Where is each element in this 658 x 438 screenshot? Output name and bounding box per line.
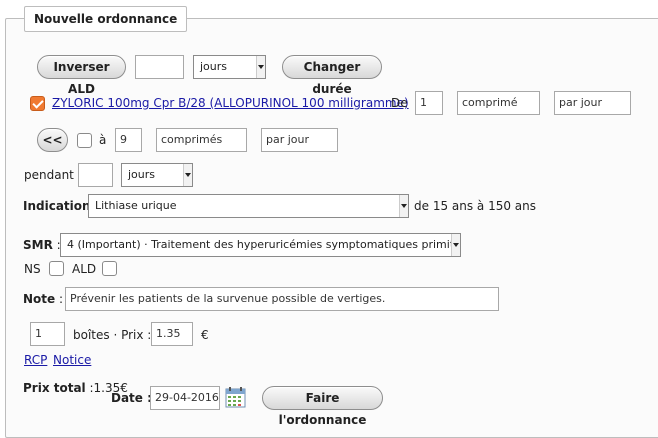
indication-select[interactable]: Lithiase urique	[88, 194, 409, 218]
rcp-link[interactable]: RCP	[24, 353, 47, 367]
total-label: Prix total	[23, 381, 86, 395]
smr-value: 4 (Important) · Traitement des hyperuric…	[67, 238, 461, 251]
date-label: Date :	[111, 391, 152, 405]
note-label: Note	[23, 292, 56, 306]
second-frequency-input[interactable]: par jour	[261, 128, 338, 152]
indication-label: Indication	[23, 199, 91, 213]
notice-link[interactable]: Notice	[53, 353, 91, 367]
ald-checkbox[interactable]	[102, 261, 117, 276]
duration-input[interactable]	[135, 55, 184, 79]
a-label: à	[99, 133, 107, 147]
smr-label: SMR	[23, 238, 53, 252]
boxes-price-label: boîtes · Prix :	[73, 328, 152, 342]
drug-unit-input[interactable]: comprimé	[457, 91, 540, 115]
duration-unit-select[interactable]: jours	[193, 55, 266, 79]
smr-label-group: SMR :	[23, 238, 61, 252]
second-quantity-input[interactable]: 9	[115, 128, 142, 152]
ns-label: NS	[24, 262, 41, 276]
dropdown-arrow-icon	[399, 195, 408, 217]
boxes-count-input[interactable]: 1	[30, 322, 65, 346]
drug-quantity-input[interactable]: 1	[415, 91, 443, 115]
panel-legend: Nouvelle ordonnance	[24, 6, 188, 32]
price-input[interactable]: 1.35	[151, 322, 193, 346]
duration-unit-value: jours	[200, 60, 228, 73]
invert-ald-button[interactable]: Inverser ALD	[37, 55, 126, 96]
pendant-label: pendant	[24, 168, 74, 182]
note-colon: :	[55, 292, 64, 306]
range-checkbox[interactable]	[77, 133, 92, 148]
second-unit-input[interactable]: comprimés	[156, 128, 247, 152]
ald-label: ALD	[72, 262, 97, 276]
change-duration-button[interactable]: Changer durée	[282, 55, 382, 96]
age-range-text: de 15 ans à 150 ans	[414, 199, 537, 213]
dropdown-arrow-icon	[451, 234, 460, 256]
de-label: De	[391, 96, 408, 110]
currency-label: €	[201, 328, 209, 342]
pendant-input[interactable]	[78, 163, 113, 187]
back-button[interactable]: <<	[37, 128, 68, 152]
smr-select[interactable]: 4 (Important) · Traitement des hyperuric…	[60, 233, 461, 257]
date-input[interactable]: 29-04-2016	[150, 386, 220, 410]
drug-name-link[interactable]: ZYLORIC 100mg Cpr B/28 (ALLOPURINOL 100 …	[52, 96, 409, 110]
note-label-group: Note :	[23, 292, 63, 306]
note-input[interactable]: Prévenir les patients de la survenue pos…	[65, 287, 499, 311]
dropdown-arrow-icon	[256, 56, 265, 78]
calendar-icon[interactable]	[225, 387, 246, 408]
drug-checkbox[interactable]	[30, 96, 45, 111]
pendant-unit-value: jours	[128, 168, 156, 181]
indication-value: Lithiase urique	[95, 199, 177, 212]
drug-frequency-input[interactable]: par jour	[554, 91, 631, 115]
pendant-unit-select[interactable]: jours	[121, 163, 193, 187]
make-prescription-button[interactable]: Faire l'ordonnance	[262, 386, 383, 427]
ns-checkbox[interactable]	[49, 261, 64, 276]
dropdown-arrow-icon	[183, 164, 192, 186]
